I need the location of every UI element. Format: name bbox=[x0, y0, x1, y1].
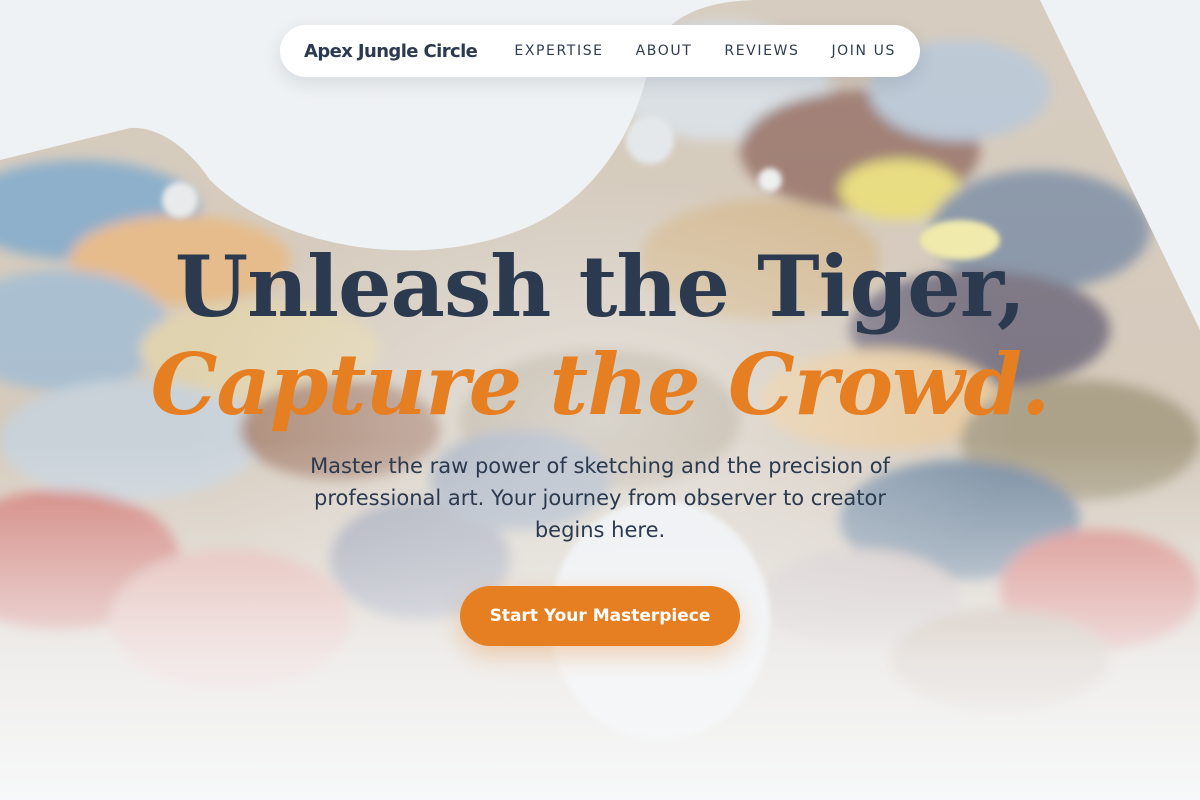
start-masterpiece-button[interactable]: Start Your Masterpiece bbox=[460, 586, 740, 646]
hero-section: Unleash the Tiger, Capture the Crowd. Ma… bbox=[0, 0, 1200, 800]
hero-headline-line-1: Unleash the Tiger, bbox=[174, 237, 1026, 336]
hero-headline-line-2: Capture the Crowd. bbox=[150, 335, 1051, 434]
hero-subtitle: Master the raw power of sketching and th… bbox=[310, 454, 890, 542]
